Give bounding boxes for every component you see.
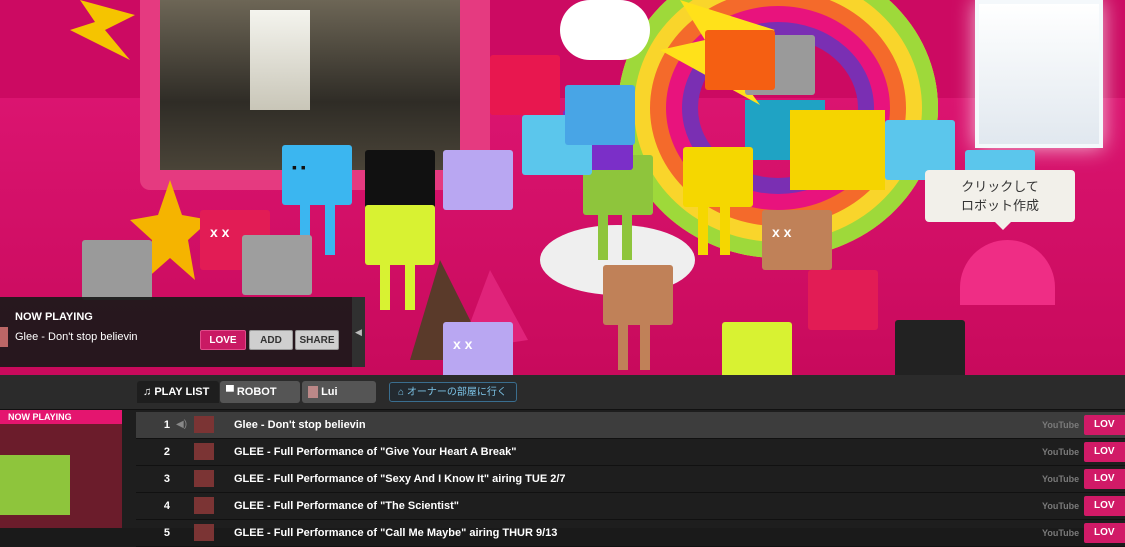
- track-number: 3: [163, 473, 170, 485]
- tab-label: Lui: [321, 386, 338, 398]
- robot-leg: [325, 205, 335, 255]
- robot[interactable]: [603, 265, 673, 325]
- track-number: 4: [163, 500, 170, 512]
- love-button[interactable]: LOV: [1084, 442, 1125, 462]
- owner-room-label: オーナーの部屋に行く: [406, 387, 507, 398]
- robot-icon: ▀: [226, 386, 237, 398]
- robot[interactable]: [808, 270, 878, 330]
- track-thumbnail: [194, 470, 214, 487]
- speaker-icon: ◀): [176, 419, 188, 430]
- love-button[interactable]: LOV: [1084, 415, 1125, 435]
- tab-robot[interactable]: ▀ ROBOT: [220, 381, 300, 403]
- robot-leg: [405, 260, 415, 310]
- video-corridor-light: [250, 10, 310, 110]
- owner-door[interactable]: [975, 0, 1103, 148]
- home-icon: ⌂: [398, 387, 407, 398]
- love-button[interactable]: LOV: [1084, 469, 1125, 489]
- track-number: 1: [163, 419, 170, 431]
- track-title: GLEE - Full Performance of "Give Your He…: [234, 446, 517, 458]
- table-row[interactable]: 2 GLEE - Full Performance of "Give Your …: [136, 439, 1125, 466]
- robot-leg: [698, 205, 708, 255]
- robot[interactable]: [722, 322, 792, 375]
- collapse-arrow-icon[interactable]: ◀: [352, 297, 365, 367]
- track-title: GLEE - Full Performance of "The Scientis…: [234, 500, 459, 512]
- youtube-icon: YouTube: [1042, 474, 1080, 484]
- now-playing-track: Glee - Don't stop believin: [15, 331, 138, 343]
- current-robot-avatar: [0, 455, 70, 515]
- robot-leg: [640, 320, 650, 370]
- tab-playlist[interactable]: ♫ PLAY LIST: [137, 381, 219, 403]
- track-thumbnail: [194, 524, 214, 541]
- robot[interactable]: [683, 147, 753, 207]
- now-playing-title: NOW PLAYING: [15, 311, 93, 323]
- music-note-icon: ♫: [143, 386, 155, 398]
- track-thumbnail: [194, 443, 214, 460]
- track-thumbnail: [194, 416, 214, 433]
- now-playing-side-label: NOW PLAYING: [0, 410, 122, 424]
- go-to-owner-room-button[interactable]: ⌂ オーナーの部屋に行く: [389, 382, 517, 402]
- tooltip-line: ロボット作成: [960, 198, 1039, 213]
- avatar: [308, 386, 318, 399]
- robot[interactable]: [705, 30, 775, 90]
- track-number: 5: [163, 527, 170, 539]
- table-row[interactable]: 5 GLEE - Full Performance of "Call Me Ma…: [136, 520, 1125, 547]
- robot-leg: [622, 210, 632, 260]
- robot[interactable]: [242, 235, 312, 295]
- now-playing-overlay: NOW PLAYING Glee - Don't stop believin L…: [0, 297, 365, 367]
- track-title: GLEE - Full Performance of "Sexy And I K…: [234, 473, 566, 485]
- love-button[interactable]: LOV: [1084, 523, 1125, 543]
- track-title: Glee - Don't stop believin: [234, 419, 366, 431]
- lightning-icon: [70, 0, 135, 60]
- love-button[interactable]: LOVE: [200, 330, 246, 350]
- add-button[interactable]: ADD: [249, 330, 293, 350]
- yellow-cube-decoration: [790, 110, 885, 190]
- youtube-icon: YouTube: [1042, 420, 1080, 430]
- robot[interactable]: [365, 150, 435, 210]
- robot[interactable]: ▪ ▪: [282, 145, 352, 205]
- robot[interactable]: [565, 85, 635, 145]
- youtube-icon: YouTube: [1042, 447, 1080, 457]
- tab-user[interactable]: Lui: [302, 381, 376, 403]
- create-robot-tooltip[interactable]: クリックして ロボット作成: [925, 170, 1075, 230]
- youtube-icon: YouTube: [1042, 528, 1080, 538]
- bottom-panel: ♫ PLAY LIST ▀ ROBOT Lui ⌂ オーナーの部屋に行く NOW…: [0, 375, 1125, 547]
- robot[interactable]: [490, 55, 560, 115]
- table-row[interactable]: 4 GLEE - Full Performance of "The Scient…: [136, 493, 1125, 520]
- track-thumbnail: [194, 497, 214, 514]
- robot[interactable]: x x: [443, 322, 513, 375]
- robot-leg: [380, 260, 390, 310]
- robot[interactable]: [443, 150, 513, 210]
- now-playing-side-panel: NOW PLAYING: [0, 410, 122, 528]
- robot[interactable]: x x: [762, 210, 832, 270]
- track-title: GLEE - Full Performance of "Call Me Mayb…: [234, 527, 558, 539]
- table-row[interactable]: 3 GLEE - Full Performance of "Sexy And I…: [136, 466, 1125, 493]
- love-button[interactable]: LOV: [1084, 496, 1125, 516]
- table-row[interactable]: 1 ◀) Glee - Don't stop believin YouTube …: [136, 412, 1125, 439]
- robot-leg: [618, 320, 628, 370]
- track-number: 2: [163, 446, 170, 458]
- tooltip-line: クリックして: [961, 179, 1039, 194]
- robot[interactable]: [365, 205, 435, 265]
- tab-label: PLAY LIST: [154, 386, 210, 398]
- youtube-icon: YouTube: [1042, 501, 1080, 511]
- robot[interactable]: [895, 320, 965, 375]
- robot-leg: [598, 210, 608, 260]
- cloud-decoration: [560, 0, 650, 60]
- playlist-table: 1 ◀) Glee - Don't stop believin YouTube …: [136, 412, 1125, 547]
- tab-label: ROBOT: [236, 386, 277, 398]
- robot[interactable]: [82, 240, 152, 300]
- robot-leg: [720, 205, 730, 255]
- share-button[interactable]: SHARE: [295, 330, 339, 350]
- tab-bar: ♫ PLAY LIST ▀ ROBOT Lui ⌂ オーナーの部屋に行く: [0, 375, 1125, 410]
- track-thumbnail: [0, 327, 8, 347]
